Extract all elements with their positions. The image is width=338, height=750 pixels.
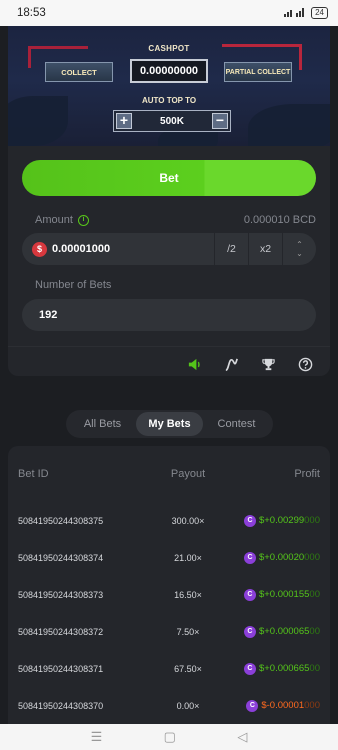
table-row[interactable]: 50841950244308371 67.50× C $+0.000665 00	[8, 650, 330, 687]
status-bar: 18:53 24	[0, 0, 338, 26]
payout: 67.50×	[174, 663, 202, 674]
game-area: CASHPOT COLLECT 0.00000000 PARTIAL COLLE…	[8, 26, 330, 146]
tool-icons	[186, 356, 314, 373]
battery-icon: 24	[311, 7, 328, 19]
profit-trailing-zeros: 000	[304, 700, 320, 711]
payout: 0.00×	[176, 700, 200, 711]
bet-id[interactable]: 50841950244308372	[18, 627, 146, 637]
profit-trailing-zeros: 000	[304, 552, 320, 563]
payout: 300.00×	[171, 515, 205, 526]
table-header: Bet ID Payout Profit	[8, 446, 330, 502]
speaker-icon[interactable]	[186, 356, 203, 373]
header-payout: Payout	[170, 468, 206, 480]
header-bet-id: Bet ID	[18, 468, 49, 480]
amount-input[interactable]: $ 0.00001000 /2 x2 ⌃ ⌄	[22, 233, 316, 265]
bet-id[interactable]: 50841950244308371	[18, 664, 146, 674]
info-icon[interactable]: i	[77, 214, 89, 226]
partial-collect-button[interactable]: PARTIAL COLLECT	[224, 62, 292, 82]
profit-value: $+0.000065	[258, 626, 310, 637]
amount-label-group: Amount i	[35, 214, 89, 226]
coin-icon: C	[243, 514, 256, 527]
profit-trailing-zeros: 00	[309, 589, 320, 600]
system-nav-bar: ☰ ▢ ◁	[0, 724, 338, 750]
bet-id[interactable]: 50841950244308374	[18, 553, 146, 563]
back-icon[interactable]: ◁	[237, 729, 247, 745]
profit-trailing-zeros: 000	[304, 515, 320, 526]
profit: C $+0.000155 00	[230, 588, 320, 601]
amount-row: Amount i 0.000010 BCD	[35, 214, 316, 226]
cashpot-value: 0.00000000	[130, 59, 208, 83]
collect-button[interactable]: COLLECT	[45, 62, 113, 82]
chevron-down-icon: ⌄	[296, 249, 303, 258]
coin-icon: C	[243, 662, 256, 675]
chart-curve-icon[interactable]	[223, 356, 240, 373]
amount-bcd: 0.000010 BCD	[243, 214, 316, 226]
bet-id[interactable]: 50841950244308370	[18, 701, 146, 711]
dollar-coin-icon: $	[32, 241, 47, 257]
profit-value: $+0.000155	[258, 589, 310, 600]
bets-tabs: All Bets My Bets Contest	[66, 410, 273, 438]
profit-value: $-0.00001	[261, 700, 305, 711]
home-icon[interactable]: ▢	[164, 729, 176, 745]
profit-value: $+0.000665	[258, 663, 310, 674]
half-button[interactable]: /2	[214, 233, 248, 265]
coin-icon: C	[246, 699, 259, 712]
profit: C $+0.00299 000	[230, 514, 320, 527]
table-row[interactable]: 50841950244308375 300.00× C $+0.00299 000	[8, 502, 330, 539]
auto-top-stepper: + 500K −	[113, 110, 231, 132]
profit-value: $+0.00299	[258, 515, 305, 526]
bet-id[interactable]: 50841950244308373	[18, 590, 146, 600]
bet-control-panel: Bet Amount i 0.000010 BCD $ 0.00001000 /…	[8, 146, 330, 376]
auto-top-label: AUTO TOP TO	[141, 96, 197, 105]
cashpot-label: CASHPOT	[148, 44, 190, 53]
foliage-decoration	[248, 104, 330, 146]
tab-contest[interactable]: Contest	[203, 412, 270, 436]
bet-id[interactable]: 50841950244308375	[18, 516, 146, 526]
tab-my-bets[interactable]: My Bets	[136, 412, 203, 436]
chevron-up-icon: ⌃	[296, 240, 303, 249]
profit: C $+0.000665 00	[230, 662, 320, 675]
double-button[interactable]: x2	[248, 233, 282, 265]
header-profit: Profit	[294, 468, 320, 480]
payout: 7.50×	[176, 626, 200, 637]
status-time: 18:53	[17, 7, 46, 19]
table-row[interactable]: 50841950244308374 21.00× C $+0.00020 000	[8, 539, 330, 576]
profit: C $-0.00001 000	[230, 699, 320, 712]
plus-button[interactable]: +	[116, 113, 132, 129]
amount-range-toggle[interactable]: ⌃ ⌄	[282, 233, 316, 265]
auto-top-value: 500K	[160, 115, 184, 127]
tab-all-bets[interactable]: All Bets	[69, 412, 136, 436]
number-of-bets-input[interactable]: 192	[22, 299, 316, 331]
table-row[interactable]: 50841950244308372 7.50× C $+0.000065 00	[8, 613, 330, 650]
amount-buttons: /2 x2 ⌃ ⌄	[214, 233, 316, 265]
amount-value[interactable]: 0.00001000	[52, 243, 110, 255]
bet-button[interactable]: Bet	[22, 160, 316, 196]
trophy-icon[interactable]	[260, 356, 277, 373]
bets-table: Bet ID Payout Profit 50841950244308375 3…	[8, 446, 330, 726]
amount-label: Amount	[35, 214, 73, 226]
profit: C $+0.00020 000	[230, 551, 320, 564]
menu-icon[interactable]: ☰	[91, 729, 103, 745]
help-icon[interactable]	[297, 356, 314, 373]
profit-trailing-zeros: 00	[309, 663, 320, 674]
payout: 16.50×	[174, 589, 202, 600]
table-row[interactable]: 50841950244308370 0.00× C $-0.00001 000	[8, 687, 330, 724]
status-icons: 24	[284, 7, 328, 19]
table-row[interactable]: 50841950244308373 16.50× C $+0.000155 00	[8, 576, 330, 613]
signal-icon	[284, 7, 306, 19]
profit-trailing-zeros: 00	[309, 626, 320, 637]
app-screen: 18:53 24 CASHPOT COLLECT 0.00000000 PART…	[0, 0, 338, 750]
profit: C $+0.000065 00	[230, 625, 320, 638]
minus-button[interactable]: −	[212, 113, 228, 129]
payout: 21.00×	[174, 552, 202, 563]
coin-icon: C	[243, 588, 256, 601]
coin-icon: C	[243, 625, 256, 638]
profit-value: $+0.00020	[258, 552, 305, 563]
coin-icon: C	[243, 551, 256, 564]
divider	[8, 346, 330, 347]
number-of-bets-label: Number of Bets	[35, 279, 112, 291]
